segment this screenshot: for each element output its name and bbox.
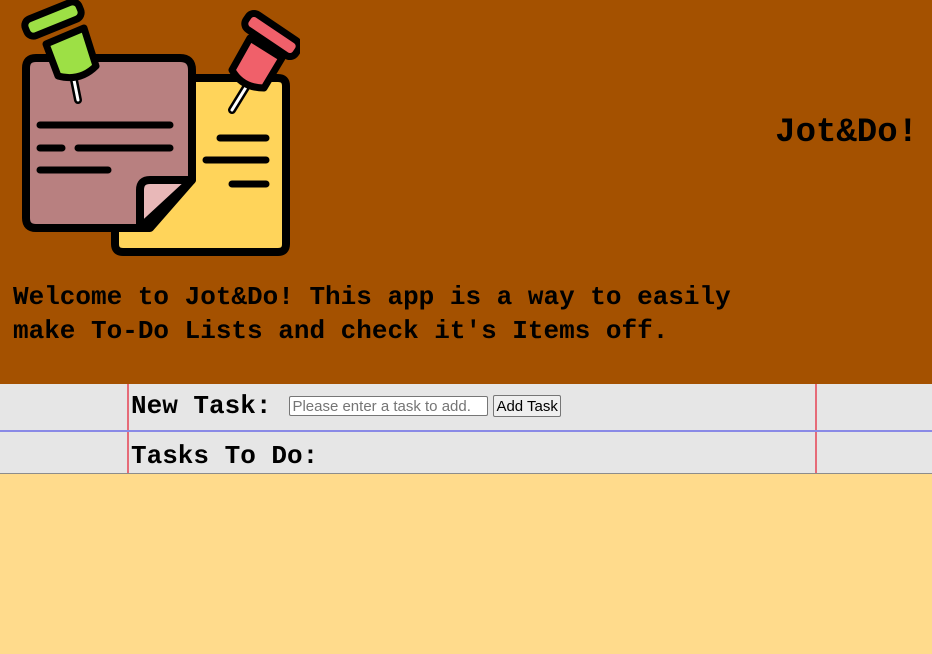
right-margin-line: [815, 384, 817, 474]
new-task-form: New Task: Add Task: [131, 384, 561, 428]
new-task-input[interactable]: [289, 396, 489, 416]
left-margin-line: [127, 384, 129, 474]
add-task-button[interactable]: Add Task: [493, 395, 561, 417]
task-notepad: New Task: Add Task Tasks To Do:: [0, 384, 932, 474]
task-list-area: [0, 474, 932, 654]
app-header: Jot&Do! Welcome to Jot&Do! This app is a…: [0, 0, 932, 384]
sticky-notes-logo-icon: [21, 0, 300, 256]
notepad-bottom-line: [0, 473, 932, 474]
tasks-to-do-header: Tasks To Do:: [131, 440, 318, 472]
tasks-to-do-label: Tasks To Do:: [131, 441, 319, 471]
welcome-text: Welcome to Jot&Do! This app is a way to …: [13, 282, 731, 346]
app-title: Jot&Do!: [775, 114, 918, 152]
ruled-line: [0, 430, 932, 432]
new-task-label: New Task:: [131, 391, 272, 421]
